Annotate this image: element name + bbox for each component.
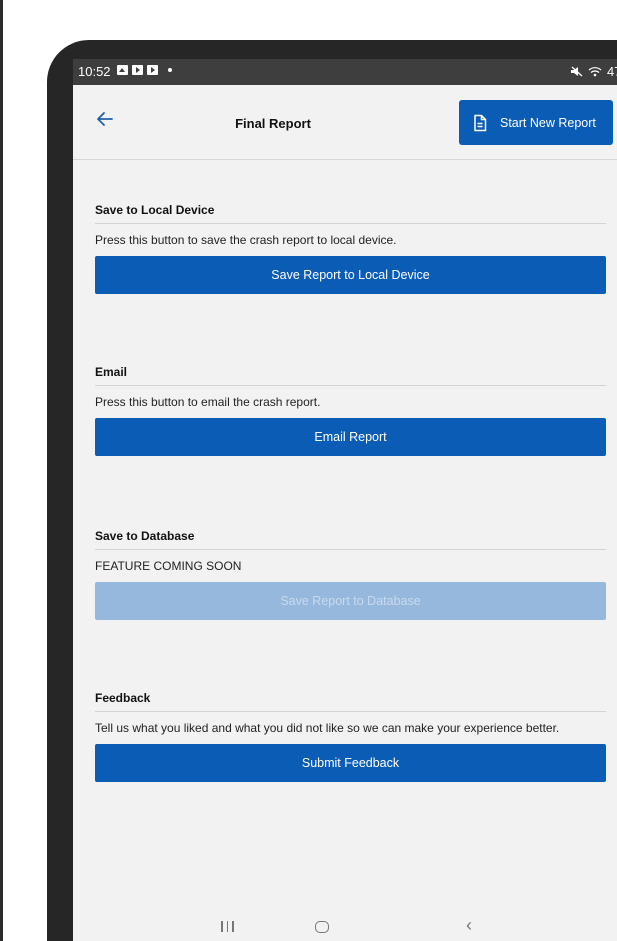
section-feedback: Feedback Tell us what you liked and what… [95,691,606,782]
section-description: FEATURE COMING SOON [95,559,242,573]
save-local-button[interactable]: Save Report to Local Device [95,256,606,294]
status-right: 47% [570,64,617,79]
app-header: Final Report Start New Report [73,85,617,160]
system-nav-bar: ‹ [73,909,617,941]
email-report-button[interactable]: Email Report [95,418,606,456]
section-title: Save to Local Device [95,203,606,224]
home-icon[interactable] [315,921,329,933]
start-new-report-label: Start New Report [500,115,596,130]
section-description: Press this button to save the crash repo… [95,233,397,247]
status-time: 10:52 [78,64,111,79]
more-notifications-icon [168,68,172,72]
section-email: Email Press this button to email the cra… [95,365,606,456]
page-title: Final Report [235,116,311,131]
submit-feedback-button[interactable]: Submit Feedback [95,744,606,782]
section-title: Save to Database [95,529,606,550]
start-new-report-button[interactable]: Start New Report [459,100,613,145]
section-description: Tell us what you liked and what you did … [95,721,560,735]
battery-level: 47% [606,64,617,79]
gallery-icon [117,65,128,75]
save-database-button[interactable]: Save Report to Database [95,582,606,620]
notification-icons [117,65,172,75]
document-icon [474,114,487,131]
section-title: Email [95,365,606,386]
app-screen: 10:52 47% Final Report [73,59,617,941]
left-frame-edge [0,0,3,941]
section-description: Press this button to email the crash rep… [95,395,321,409]
section-save-database: Save to Database FEATURE COMING SOON Sav… [95,529,606,620]
system-back-icon[interactable]: ‹ [466,915,472,936]
mute-icon [570,66,583,77]
section-save-local: Save to Local Device Press this button t… [95,203,606,294]
recents-icon[interactable] [221,921,234,932]
youtube-icon [132,65,143,75]
wifi-icon [588,67,602,77]
status-bar: 10:52 47% [73,59,617,85]
section-title: Feedback [95,691,606,712]
youtube-icon [147,65,158,75]
